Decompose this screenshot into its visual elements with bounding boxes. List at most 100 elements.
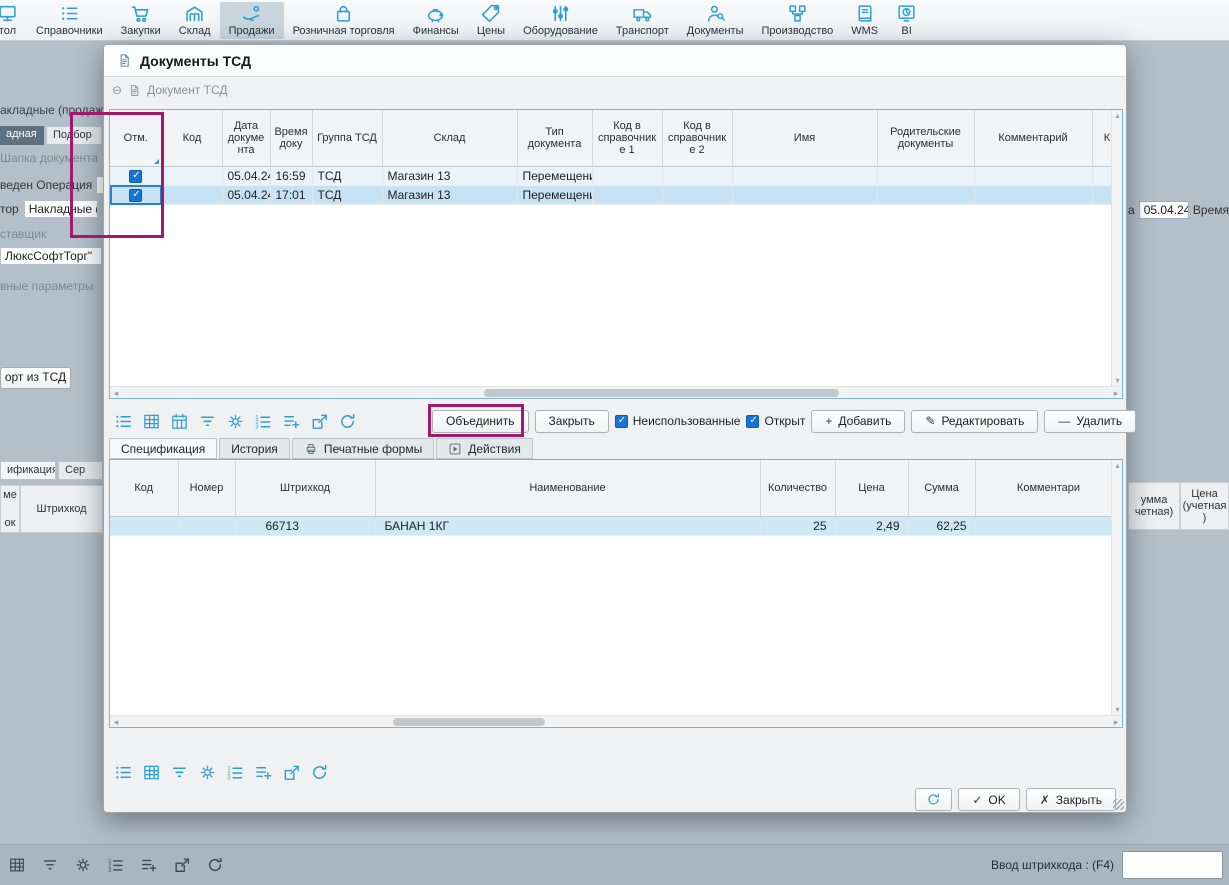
- list-view-icon[interactable]: [114, 412, 133, 431]
- calendar-view-icon[interactable]: [170, 412, 189, 431]
- settings-gear-icon[interactable]: [198, 763, 217, 782]
- tab-print-forms[interactable]: Печатные формы: [292, 438, 434, 459]
- col-header-name[interactable]: Имя: [732, 110, 877, 166]
- menu-item-sales[interactable]: Продажи: [220, 2, 284, 39]
- menu-item-production[interactable]: Производство: [753, 2, 843, 39]
- bg-supplier-field[interactable]: ЛюксСофтТорг": [0, 247, 102, 265]
- menu-item-documents[interactable]: Документы: [678, 2, 753, 39]
- col-header-comment[interactable]: Комментарий: [974, 110, 1092, 166]
- col-header-parents[interactable]: Родительские документы: [877, 110, 974, 166]
- row-checkbox[interactable]: [129, 170, 142, 183]
- col-header-number[interactable]: Номер: [178, 460, 235, 516]
- col-header-barcode[interactable]: Штрихкод: [235, 460, 375, 516]
- menu-item-purchases[interactable]: Закупки: [112, 2, 170, 39]
- bg-tab-cert-fragment[interactable]: Сер: [58, 461, 103, 480]
- vertical-scrollbar[interactable]: ▴ ▾: [1111, 460, 1122, 715]
- add-to-list-icon[interactable]: [254, 763, 273, 782]
- bg-tab-podbor[interactable]: Подбор: [46, 126, 102, 145]
- col-header-code[interactable]: Код: [162, 110, 222, 166]
- checkbox-checked-icon[interactable]: [615, 415, 628, 428]
- table-view-icon[interactable]: [8, 856, 26, 874]
- menu-item-catalogs[interactable]: Справочники: [27, 2, 112, 39]
- export-icon[interactable]: [173, 856, 191, 874]
- numbered-list-icon[interactable]: [254, 412, 273, 431]
- tab-history[interactable]: История: [219, 438, 290, 459]
- table-view-icon[interactable]: [142, 763, 161, 782]
- refresh-icon[interactable]: [206, 856, 224, 874]
- list-view-icon[interactable]: [114, 763, 133, 782]
- col-header-warehouse[interactable]: Склад: [382, 110, 517, 166]
- scroll-down-icon[interactable]: ▾: [1112, 704, 1123, 715]
- menu-item-bi[interactable]: BI: [887, 2, 926, 39]
- scrollbar-thumb[interactable]: [393, 718, 545, 726]
- tab-specification[interactable]: Спецификация: [109, 438, 217, 459]
- menu-item-desktop[interactable]: тол: [0, 2, 27, 39]
- col-header-qty[interactable]: Количество: [760, 460, 835, 516]
- filter-icon[interactable]: [198, 412, 217, 431]
- scroll-down-icon[interactable]: ▾: [1112, 375, 1123, 386]
- filter-icon[interactable]: [41, 856, 59, 874]
- col-header-doctype[interactable]: Тип документа: [517, 110, 592, 166]
- barcode-input[interactable]: [1122, 851, 1223, 879]
- export-icon[interactable]: [310, 412, 329, 431]
- settings-gear-icon[interactable]: [226, 412, 245, 431]
- col-header-comment[interactable]: Комментари: [975, 460, 1122, 516]
- spec-row-selected[interactable]: 66713 БАНАН 1КГ 25 2,49 62,25: [110, 516, 1122, 535]
- col-header-mark[interactable]: Отм.: [110, 110, 162, 166]
- refresh-icon[interactable]: [338, 412, 357, 431]
- refresh-button[interactable]: [915, 788, 952, 811]
- horizontal-scrollbar[interactable]: ◂ ▸: [110, 386, 1122, 398]
- open-checkbox[interactable]: Открыт: [746, 414, 805, 428]
- add-button[interactable]: + Добавить: [811, 410, 905, 433]
- table-row[interactable]: 05.04.24 16:59 ТСД Магазин 13 Перемещени: [110, 166, 1122, 185]
- bg-operation-field[interactable]: [96, 176, 103, 194]
- settings-gear-icon[interactable]: [74, 856, 92, 874]
- col-header-price[interactable]: Цена: [835, 460, 908, 516]
- bg-type-field[interactable]: Накладные (п: [24, 200, 98, 218]
- close-dialog-button[interactable]: ✗ Закрыть: [1026, 788, 1116, 811]
- numbered-list-icon[interactable]: [107, 856, 125, 874]
- checkbox-checked-icon[interactable]: [746, 415, 759, 428]
- col-header-code[interactable]: Код: [110, 460, 178, 516]
- scroll-left-icon[interactable]: ◂: [110, 716, 122, 728]
- menu-item-equipment[interactable]: Оборудование: [514, 2, 607, 39]
- collapse-icon[interactable]: ⊖: [112, 83, 122, 97]
- edit-button[interactable]: ✎ Редактировать: [911, 410, 1038, 433]
- table-row-selected[interactable]: 05.04.24 17:01 ТСД Магазин 13 Перемещени: [110, 185, 1122, 204]
- col-header-time[interactable]: Время доку: [270, 110, 312, 166]
- ok-button[interactable]: ✓ OK: [958, 788, 1019, 811]
- scrollbar-thumb[interactable]: [484, 389, 838, 397]
- menu-item-wms[interactable]: WMS: [842, 2, 887, 39]
- bg-date-field[interactable]: 05.04.24: [1139, 201, 1189, 219]
- add-to-list-icon[interactable]: [282, 412, 301, 431]
- scroll-right-icon[interactable]: ▸: [1110, 716, 1122, 728]
- menu-item-warehouse[interactable]: Склад: [170, 2, 220, 39]
- col-header-sum[interactable]: Сумма: [908, 460, 975, 516]
- merge-button[interactable]: Объединить: [432, 410, 529, 433]
- table-view-icon[interactable]: [142, 412, 161, 431]
- close-list-button[interactable]: Закрыть: [535, 410, 609, 433]
- filter-icon[interactable]: [170, 763, 189, 782]
- bg-tab-specification-fragment[interactable]: ификация: [0, 461, 56, 480]
- numbered-list-icon[interactable]: [226, 763, 245, 782]
- row-checkbox[interactable]: [129, 189, 142, 202]
- dialog-title-bar[interactable]: Документы ТСД: [104, 45, 1126, 77]
- delete-button[interactable]: — Удалить: [1044, 410, 1136, 433]
- scroll-up-icon[interactable]: ▴: [1112, 110, 1123, 121]
- menu-item-retail[interactable]: Розничная торговля: [284, 2, 404, 39]
- vertical-scrollbar[interactable]: ▴ ▾: [1111, 110, 1122, 386]
- refresh-icon[interactable]: [310, 763, 329, 782]
- menu-item-transport[interactable]: Транспорт: [607, 2, 678, 39]
- scroll-up-icon[interactable]: ▴: [1112, 460, 1123, 471]
- col-header-refcode2[interactable]: Код в справочнике 2: [662, 110, 732, 166]
- add-to-list-icon[interactable]: [140, 856, 158, 874]
- bg-import-tsd-button[interactable]: орт из ТСД: [0, 367, 71, 389]
- col-header-refcode1[interactable]: Код в справочнике 1: [592, 110, 662, 166]
- col-header-group[interactable]: Группа ТСД: [312, 110, 382, 166]
- tab-actions[interactable]: Действия: [436, 438, 533, 459]
- unused-checkbox[interactable]: Неиспользованные: [615, 414, 741, 428]
- scroll-left-icon[interactable]: ◂: [110, 387, 122, 399]
- scroll-right-icon[interactable]: ▸: [1110, 387, 1122, 399]
- resize-grip[interactable]: [1113, 799, 1124, 810]
- col-header-itemname[interactable]: Наименование: [375, 460, 760, 516]
